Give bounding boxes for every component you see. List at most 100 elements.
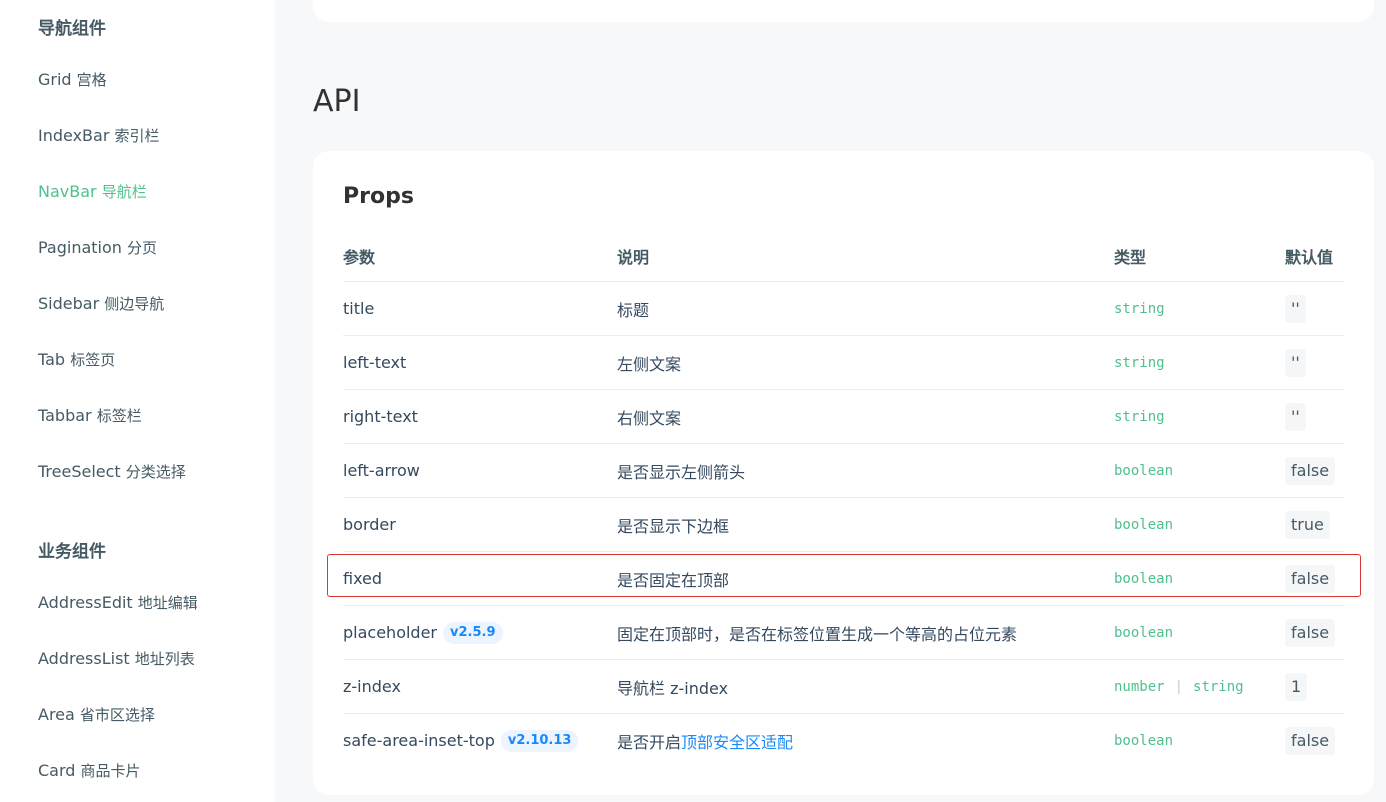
sidebar: 导航组件 Grid 宫格 IndexBar 索引栏 NavBar 导航栏 Pag…	[0, 0, 275, 802]
sidebar-item-label-zh: 索引栏	[114, 127, 160, 145]
props-title: Props	[343, 184, 414, 209]
sidebar-item-tabbar[interactable]: Tabbar 标签栏	[38, 406, 142, 426]
previous-section-card	[313, 0, 1374, 22]
param-name: safe-area-inset-top	[343, 731, 495, 750]
table-row: placeholder v2.5.9 固定在顶部时，是否在标签位置生成一个等高的…	[343, 605, 1344, 659]
param-type: string	[1114, 354, 1165, 371]
sidebar-item-label: AddressList	[38, 649, 130, 668]
table-row: safe-area-inset-top v2.10.13 是否开启 顶部安全区适配…	[343, 713, 1344, 767]
param-desc-cell: 是否开启 顶部安全区适配	[617, 714, 793, 767]
sidebar-item-treeselect[interactable]: TreeSelect 分类选择	[38, 462, 186, 482]
param-default-cell: 1	[1285, 660, 1308, 713]
param-name: right-text	[343, 407, 418, 426]
param-name-cell: placeholder v2.5.9	[343, 606, 503, 659]
sidebar-item-label-zh: 导航栏	[101, 183, 147, 201]
table-row: left-arrow 是否显示左侧箭头 boolean false	[343, 443, 1344, 497]
param-type-cell: number | string	[1114, 660, 1244, 713]
sidebar-item-label-zh: 标签栏	[96, 407, 142, 425]
param-desc: 是否固定在顶部	[617, 570, 730, 590]
sidebar-item-area[interactable]: Area 省市区选择	[38, 705, 155, 725]
param-default-cell: false	[1285, 444, 1336, 497]
sidebar-item-label-zh: 地址编辑	[137, 594, 198, 612]
safe-area-doc-link[interactable]: 顶部安全区适配	[681, 729, 793, 753]
sidebar-item-indexbar[interactable]: IndexBar 索引栏	[38, 126, 160, 146]
param-name: placeholder	[343, 623, 437, 642]
sidebar-item-label: Grid	[38, 70, 72, 89]
param-desc: 是否显示下边框	[617, 516, 730, 536]
table-row: left-text 左侧文案 string ''	[343, 335, 1344, 389]
sidebar-item-label: AddressEdit	[38, 593, 133, 612]
param-type: string	[1114, 300, 1165, 317]
param-default: ''	[1285, 294, 1306, 323]
sidebar-item-label: NavBar	[38, 182, 97, 201]
table-row: title 标题 string ''	[343, 281, 1344, 335]
param-default: false	[1285, 726, 1336, 755]
param-type: boolean	[1114, 462, 1174, 479]
sidebar-item-label: Card	[38, 761, 76, 780]
param-default: 1	[1285, 672, 1308, 701]
sidebar-item-sidebar[interactable]: Sidebar 侧边导航	[38, 294, 164, 314]
version-badge: v2.5.9	[443, 621, 503, 644]
sidebar-item-label-zh: 商品卡片	[80, 762, 141, 780]
section-title: API	[313, 84, 361, 119]
sidebar-item-label: Sidebar	[38, 294, 100, 313]
param-desc: 是否显示左侧箭头	[617, 462, 746, 482]
param-default-cell: false	[1285, 714, 1336, 767]
param-desc: 是否开启	[617, 732, 682, 752]
param-default-cell: false	[1285, 552, 1336, 605]
param-name-cell: safe-area-inset-top v2.10.13	[343, 714, 579, 767]
sidebar-item-label-zh: 宫格	[76, 71, 107, 89]
sidebar-item-label: Tab	[38, 350, 66, 369]
column-header-desc: 说明	[617, 248, 650, 267]
param-desc: 左侧文案	[617, 354, 682, 374]
param-type: boolean	[1114, 516, 1174, 533]
table-row: border 是否显示下边框 boolean true	[343, 497, 1344, 551]
sidebar-item-label: Pagination	[38, 238, 122, 257]
sidebar-item-navbar[interactable]: NavBar 导航栏	[38, 182, 147, 202]
sidebar-item-label-zh: 省市区选择	[79, 706, 155, 724]
param-type: number	[1114, 678, 1165, 695]
param-name: z-index	[343, 677, 401, 696]
sidebar-item-label-zh: 标签页	[70, 351, 116, 369]
param-type: string	[1114, 408, 1165, 425]
param-desc: 导航栏 z-index	[617, 678, 729, 698]
version-badge: v2.10.13	[500, 729, 579, 752]
sidebar-group-title: 导航组件	[38, 19, 106, 39]
sidebar-item-tab[interactable]: Tab 标签页	[38, 350, 115, 370]
sidebar-item-pagination[interactable]: Pagination 分页	[38, 238, 157, 258]
props-card: Props 参数 说明 类型 默认值 title 标题 string '' le…	[313, 151, 1374, 795]
param-desc: 标题	[617, 300, 650, 320]
sidebar-item-label: Tabbar	[38, 406, 92, 425]
sidebar-item-grid[interactable]: Grid 宫格	[38, 70, 107, 90]
sidebar-item-addressedit[interactable]: AddressEdit 地址编辑	[38, 593, 198, 613]
param-default-cell: ''	[1285, 336, 1306, 389]
column-header-default: 默认值	[1285, 248, 1334, 267]
param-name: fixed	[343, 569, 383, 588]
sidebar-item-label-zh: 分页	[127, 239, 158, 257]
param-default: false	[1285, 618, 1336, 647]
type-separator: |	[1174, 678, 1184, 695]
sidebar-item-label-zh: 地址列表	[134, 650, 195, 668]
param-default-cell: ''	[1285, 390, 1306, 443]
table-row-fixed: fixed 是否固定在顶部 boolean false	[343, 551, 1344, 605]
param-name: border	[343, 515, 396, 534]
sidebar-item-label-zh: 分类选择	[125, 463, 186, 481]
table-row: z-index 导航栏 z-index number | string 1	[343, 659, 1344, 713]
param-default-cell: ''	[1285, 282, 1306, 335]
param-default: ''	[1285, 402, 1306, 431]
table-row: right-text 右侧文案 string ''	[343, 389, 1344, 443]
param-default: false	[1285, 564, 1336, 593]
param-default-cell: true	[1285, 498, 1330, 551]
param-type: boolean	[1114, 624, 1174, 641]
param-type: string	[1193, 678, 1244, 695]
sidebar-item-label: TreeSelect	[38, 462, 121, 481]
column-header-type: 类型	[1114, 248, 1147, 267]
param-type: boolean	[1114, 570, 1174, 587]
sidebar-item-addresslist[interactable]: AddressList 地址列表	[38, 649, 195, 669]
column-header-param: 参数	[343, 248, 376, 267]
param-desc: 右侧文案	[617, 408, 682, 428]
param-default: ''	[1285, 348, 1306, 377]
param-type: boolean	[1114, 732, 1174, 749]
param-default: false	[1285, 456, 1336, 485]
sidebar-item-card[interactable]: Card 商品卡片	[38, 761, 141, 781]
